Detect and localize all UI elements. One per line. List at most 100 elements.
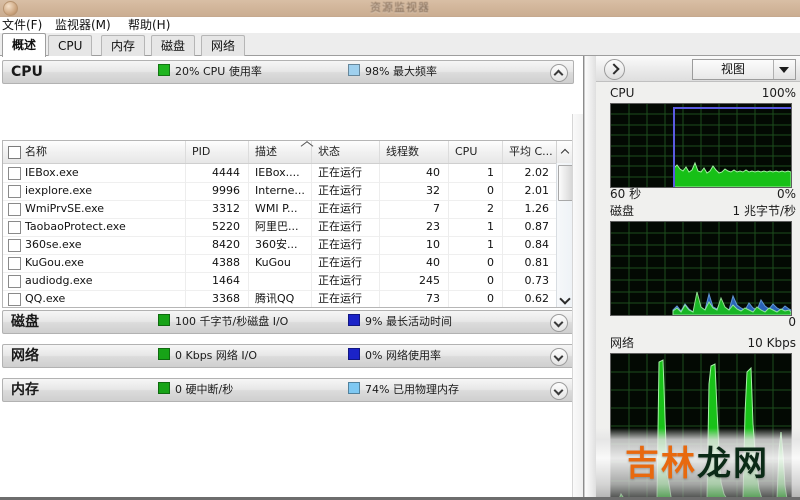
cell-desc [248,272,311,290]
cpu-usage-value: 20% [175,65,200,78]
graph-label-disk: 磁盘 [610,204,635,218]
watermark-part-1: 吉林 [625,444,697,484]
cell-avgcpu: 0.84 [502,236,557,254]
tab-cpu[interactable]: CPU [48,35,93,56]
cell-name: IEBox.exe [25,166,79,179]
scroll-down-arrow-icon[interactable] [558,292,571,305]
cell-cpu: 0 [448,254,502,272]
cell-avgcpu: 0.73 [502,272,557,290]
cell-avgcpu: 2.02 [502,164,557,182]
cell-avgcpu: 0.87 [502,218,557,236]
table-row[interactable]: 360se.exe 8420 360安... 正在运行 10 1 0.84 [3,236,557,255]
network-io-swatch-icon [158,348,170,360]
cell-name: KuGou.exe [25,256,84,269]
network-usage-swatch-icon [348,348,360,360]
section-title-disk: 磁盘 [11,314,39,330]
network-io-stat: 0 Kbps 网络 I/O [158,345,257,367]
scroll-up-arrow-icon[interactable] [556,141,573,163]
column-header-pid[interactable]: PID [185,141,248,163]
cell-state: 正在运行 [311,236,379,254]
table-row[interactable]: iexplore.exe 9996 Interne... 正在运行 32 0 2… [3,182,557,201]
watermark: 吉林龙网 [625,440,800,488]
cell-cpu: 0 [448,290,502,307]
cell-cpu: 1 [448,218,502,236]
table-row[interactable]: WmiPrvSE.exe 3312 WMI P... 正在运行 7 2 1.26 [3,200,557,219]
column-header-threads[interactable]: 线程数 [379,141,448,163]
table-vertical-scrollbar[interactable] [556,163,573,307]
graph-canvas-cpu [610,103,792,188]
tab-disk[interactable]: 磁盘 [151,35,196,56]
disk-activetime-value: 9% [365,315,383,328]
chevron-down-icon-view[interactable] [773,60,795,79]
memory-hardfaults-stat: 0 硬中断/秒 [158,379,233,401]
section-header-disk[interactable]: 磁盘 100 千字节/秒磁盘 I/O 9% 最长活动时间 [2,310,574,334]
view-dropdown[interactable]: 视图 [692,59,796,80]
section-header-network[interactable]: 网络 0 Kbps 网络 I/O 0% 网络使用率 [2,344,574,368]
graph-label-cpu: CPU [610,86,635,100]
section-title-network: 网络 [11,348,39,364]
graph-max-disk: 1 兆字节/秒 [732,204,797,218]
table-row[interactable]: TaobaoProtect.exe 5220 阿里巴... 正在运行 23 1 … [3,218,557,237]
cell-threads: 245 [379,272,448,290]
cell-state: 正在运行 [311,254,379,272]
column-header-name[interactable]: 名称 [3,141,185,163]
cell-pid: 5220 [185,218,248,236]
disk-io-label: 千字节/秒磁盘 I/O [199,315,289,328]
collapse-panel-arrow-icon[interactable] [604,59,625,80]
chevron-down-icon-memory[interactable] [550,382,568,400]
section-header-cpu[interactable]: CPU 20% CPU 使用率 98% 最大频率 [2,60,574,84]
graph-label-network: 网络 [610,336,635,350]
cell-avgcpu: 2.01 [502,182,557,200]
window-title: 资源监视器 [370,2,430,14]
column-header-cpu[interactable]: CPU [448,141,502,163]
cell-threads: 40 [379,164,448,182]
graph-min-disk: 0 [788,315,796,329]
chevron-down-icon-network[interactable] [550,348,568,366]
chevron-down-icon-disk[interactable] [550,314,568,332]
cell-cpu: 0 [448,182,502,200]
cell-avgcpu: 0.81 [502,254,557,272]
section-header-memory[interactable]: 内存 0 硬中断/秒 74% 已用物理内存 [2,378,574,402]
cpu-usage-stat: 20% CPU 使用率 [158,61,262,83]
title-bar: 资源监视器 [0,0,800,17]
table-row[interactable]: audiodg.exe 1464 正在运行 245 0 0.73 [3,272,557,291]
table-row[interactable]: QQ.exe 3368 腾讯QQ 正在运行 73 0 0.62 [3,290,557,307]
scrollbar-thumb[interactable] [558,165,573,201]
memory-hardfaults-value: 0 [175,383,182,396]
cell-state: 正在运行 [311,164,379,182]
menu-item-file[interactable]: 文件(F) [2,17,42,33]
memory-used-swatch-icon [348,382,360,394]
cell-avgcpu: 0.62 [502,290,557,307]
menu-item-help[interactable]: 帮助(H) [128,17,170,33]
section-title-cpu: CPU [11,64,43,80]
cell-name: QQ.exe [25,292,66,305]
watermark-part-2: 龙网 [697,444,769,484]
tab-memory[interactable]: 内存 [101,35,146,56]
tab-overview[interactable]: 概述 [2,33,47,57]
cpu-usage-swatch-icon [158,64,170,76]
graph-block-disk: 磁盘 1 兆字节/秒 0 [596,204,800,336]
cell-cpu: 0 [448,272,502,290]
column-header-avgcpu[interactable]: 平均 C... [502,141,557,163]
cpu-maxfreq-label: 最大频率 [392,65,437,78]
cell-pid: 4388 [185,254,248,272]
column-header-state[interactable]: 状态 [311,141,379,163]
table-row[interactable]: KuGou.exe 4388 KuGou 正在运行 40 0 0.81 [3,254,557,273]
cell-name: iexplore.exe [25,184,92,197]
cell-pid: 8420 [185,236,248,254]
table-row[interactable]: IEBox.exe 4444 IEBox.... 正在运行 40 1 2.02 [3,164,557,183]
graph-block-cpu: CPU 100% 60 秒 0% [596,86,800,204]
view-dropdown-label: 视图 [720,62,745,76]
chevron-up-icon-cpu[interactable] [550,64,568,82]
network-usage-value: 0% [365,349,383,362]
cell-desc: 360安... [248,236,311,254]
disk-activetime-swatch-icon [348,314,360,326]
network-io-value: 0 [175,349,182,362]
left-pane-scrollbar[interactable] [572,114,583,497]
menu-item-monitor[interactable]: 监视器(M) [55,17,111,33]
cell-desc: Interne... [248,182,311,200]
resource-monitor-window: 资源监视器 文件(F) 监视器(M) 帮助(H) 概述 CPU 内存 磁盘 网络… [0,0,800,500]
cell-name: TaobaoProtect.exe [25,220,126,233]
cell-desc: KuGou [248,254,311,272]
tab-network[interactable]: 网络 [201,35,246,56]
